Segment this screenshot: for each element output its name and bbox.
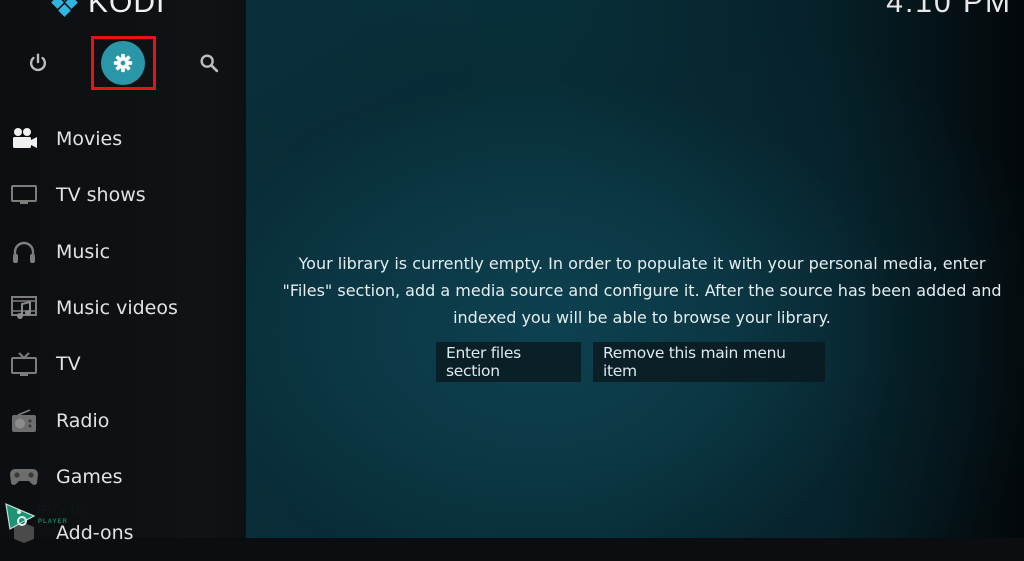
kodi-logo: KODI [50, 0, 165, 20]
kodi-logo-icon [50, 0, 80, 18]
radio-icon [9, 407, 39, 435]
enter-files-section-button[interactable]: Enter files section [436, 342, 581, 382]
power-button[interactable] [16, 41, 60, 85]
tv-antenna-icon [9, 350, 39, 378]
watermark-text: IPTV UK PLAYER [38, 502, 90, 525]
play-logo-icon [5, 503, 36, 530]
movie-camera-icon [9, 125, 39, 153]
message-line: "Files" section, add a media source and … [282, 281, 1002, 300]
action-buttons: Enter files section Remove this main men… [436, 342, 825, 382]
sidebar-item-label: TV shows [56, 184, 146, 207]
empty-library-message: Your library is currently empty. In orde… [262, 250, 1022, 331]
sidebar-item-tv[interactable]: TV [0, 336, 246, 392]
headphones-icon [9, 238, 39, 266]
sidebar-item-label: Music [56, 240, 111, 263]
sidebar-item-games[interactable]: Games [0, 449, 246, 505]
monitor-icon [9, 181, 39, 209]
app-name: KODI [88, 0, 166, 19]
remove-menu-item-button[interactable]: Remove this main menu item [593, 342, 825, 382]
watermark: IPTV UK PLAYER [2, 501, 89, 531]
main-menu: Movies TV shows Music Music videos TV Ra… [0, 111, 246, 561]
sidebar: KODI Movies TV shows Music Music videos … [0, 0, 246, 544]
sidebar-item-music-videos[interactable]: Music videos [0, 280, 246, 336]
sidebar-item-label: Music videos [56, 297, 178, 320]
sidebar-item-label: Games [56, 465, 123, 488]
sidebar-item-label: Movies [56, 128, 123, 151]
music-video-icon [9, 294, 39, 322]
message-line: Your library is currently empty. In orde… [298, 254, 986, 273]
sidebar-item-label: TV [56, 353, 81, 376]
search-button[interactable] [187, 41, 231, 85]
settings-button[interactable] [101, 41, 145, 85]
power-icon [29, 53, 47, 72]
sidebar-item-radio[interactable]: Radio [0, 392, 246, 448]
clock: 4:10 PM [886, 0, 1012, 19]
message-line: indexed you will be able to browse your … [453, 308, 831, 327]
sidebar-item-label: Radio [56, 409, 110, 432]
sidebar-item-music[interactable]: Music [0, 224, 246, 280]
sidebar-item-movies[interactable]: Movies [0, 111, 246, 167]
gear-icon [113, 53, 133, 73]
sidebar-item-tv-shows[interactable]: TV shows [0, 167, 246, 223]
gamepad-icon [9, 463, 39, 491]
search-icon [200, 54, 219, 73]
